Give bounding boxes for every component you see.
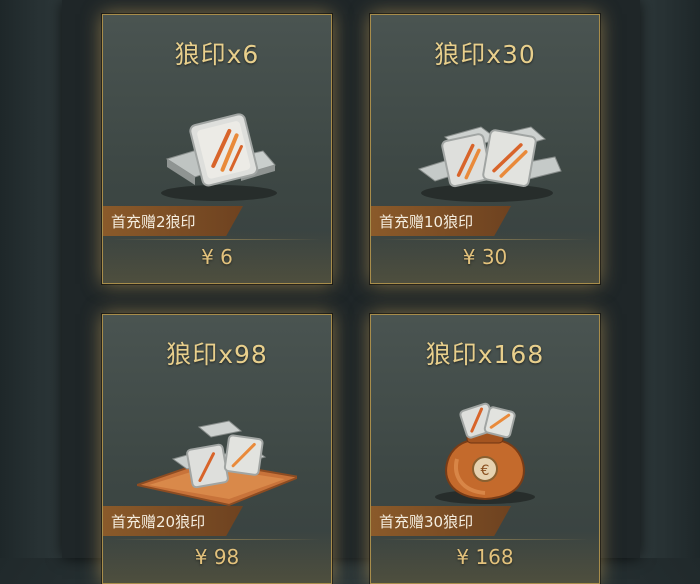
- first-recharge-badge: 首充赠30狼印: [371, 506, 511, 536]
- product-card-wolf-seal-30[interactable]: 狼印x30 首充赠10狼印 ¥ 30: [370, 14, 600, 284]
- tray-pile-icon: [137, 420, 297, 507]
- price-label: ¥ 6: [201, 245, 233, 269]
- bonus-text: 首充赠20狼印: [111, 513, 206, 531]
- price-label: ¥ 98: [194, 545, 240, 569]
- product-title: 狼印x98: [166, 340, 268, 369]
- first-recharge-badge: 首充赠2狼印: [103, 206, 243, 236]
- product-title: 狼印x6: [174, 40, 260, 69]
- pile-icon: [417, 126, 562, 202]
- left-background: [0, 0, 68, 558]
- money-bag-icon: €: [435, 402, 535, 504]
- product-title: 狼印x168: [425, 340, 545, 369]
- first-recharge-badge: 首充赠10狼印: [371, 206, 511, 236]
- bonus-text: 首充赠2狼印: [111, 213, 196, 231]
- product-card-wolf-seal-168[interactable]: 狼印x168 € 首充赠30狼印 ¥ 168: [370, 314, 600, 584]
- divider: [113, 239, 321, 240]
- bonus-text: 首充赠10狼印: [379, 213, 474, 231]
- divider: [381, 539, 589, 540]
- price-label: ¥ 30: [462, 245, 508, 269]
- product-card-wolf-seal-98[interactable]: 狼印x98 首充赠20狼印 ¥ 98: [102, 314, 332, 584]
- right-background: [636, 0, 700, 558]
- first-recharge-badge: 首充赠20狼印: [103, 506, 243, 536]
- svg-text:€: €: [481, 463, 490, 479]
- divider: [113, 539, 321, 540]
- product-card-wolf-seal-6[interactable]: 狼印x6 首充赠2狼印 ¥ 6: [102, 14, 332, 284]
- price-label: ¥ 168: [456, 545, 514, 569]
- small-stack-icon: [161, 113, 277, 201]
- divider: [381, 239, 589, 240]
- product-title: 狼印x30: [434, 40, 536, 69]
- bonus-text: 首充赠30狼印: [379, 513, 474, 531]
